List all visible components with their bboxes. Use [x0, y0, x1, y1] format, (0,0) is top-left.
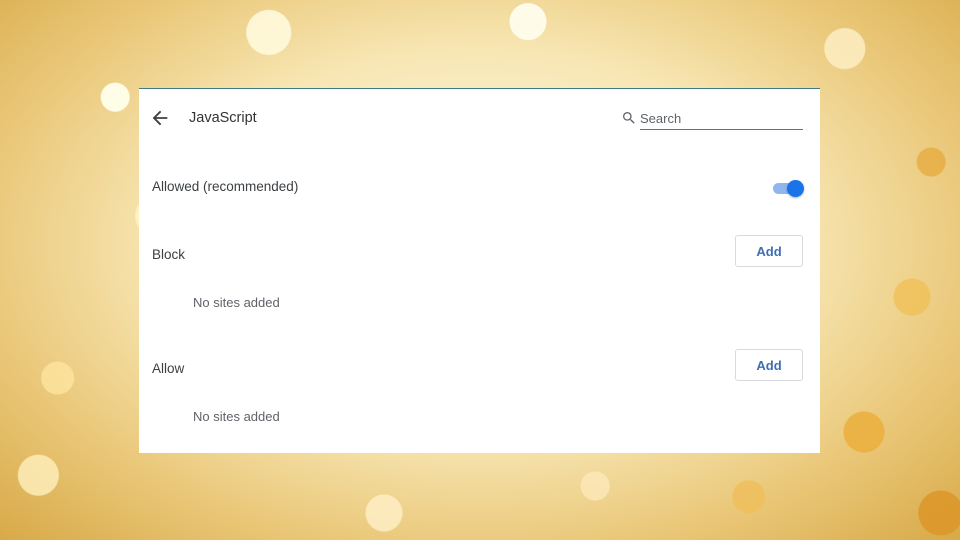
allow-empty-text: No sites added	[193, 409, 280, 424]
default-setting-label: Allowed (recommended)	[152, 179, 299, 194]
block-empty-text: No sites added	[193, 295, 280, 310]
search-input[interactable]	[640, 107, 803, 130]
search-icon	[623, 112, 635, 124]
settings-panel: JavaScript Allowed (recommended) Block A…	[139, 88, 820, 453]
block-add-button[interactable]: Add	[735, 235, 803, 267]
toggle-knob	[787, 180, 804, 197]
page-title: JavaScript	[189, 110, 257, 126]
back-button[interactable]	[149, 107, 171, 129]
page-header: JavaScript	[139, 89, 820, 147]
arrow-back-icon	[152, 110, 168, 126]
allow-section-label: Allow	[152, 361, 185, 376]
allow-add-button[interactable]: Add	[735, 349, 803, 381]
block-section-label: Block	[152, 247, 186, 262]
search-field	[621, 107, 804, 131]
allowed-toggle[interactable]	[771, 179, 804, 197]
